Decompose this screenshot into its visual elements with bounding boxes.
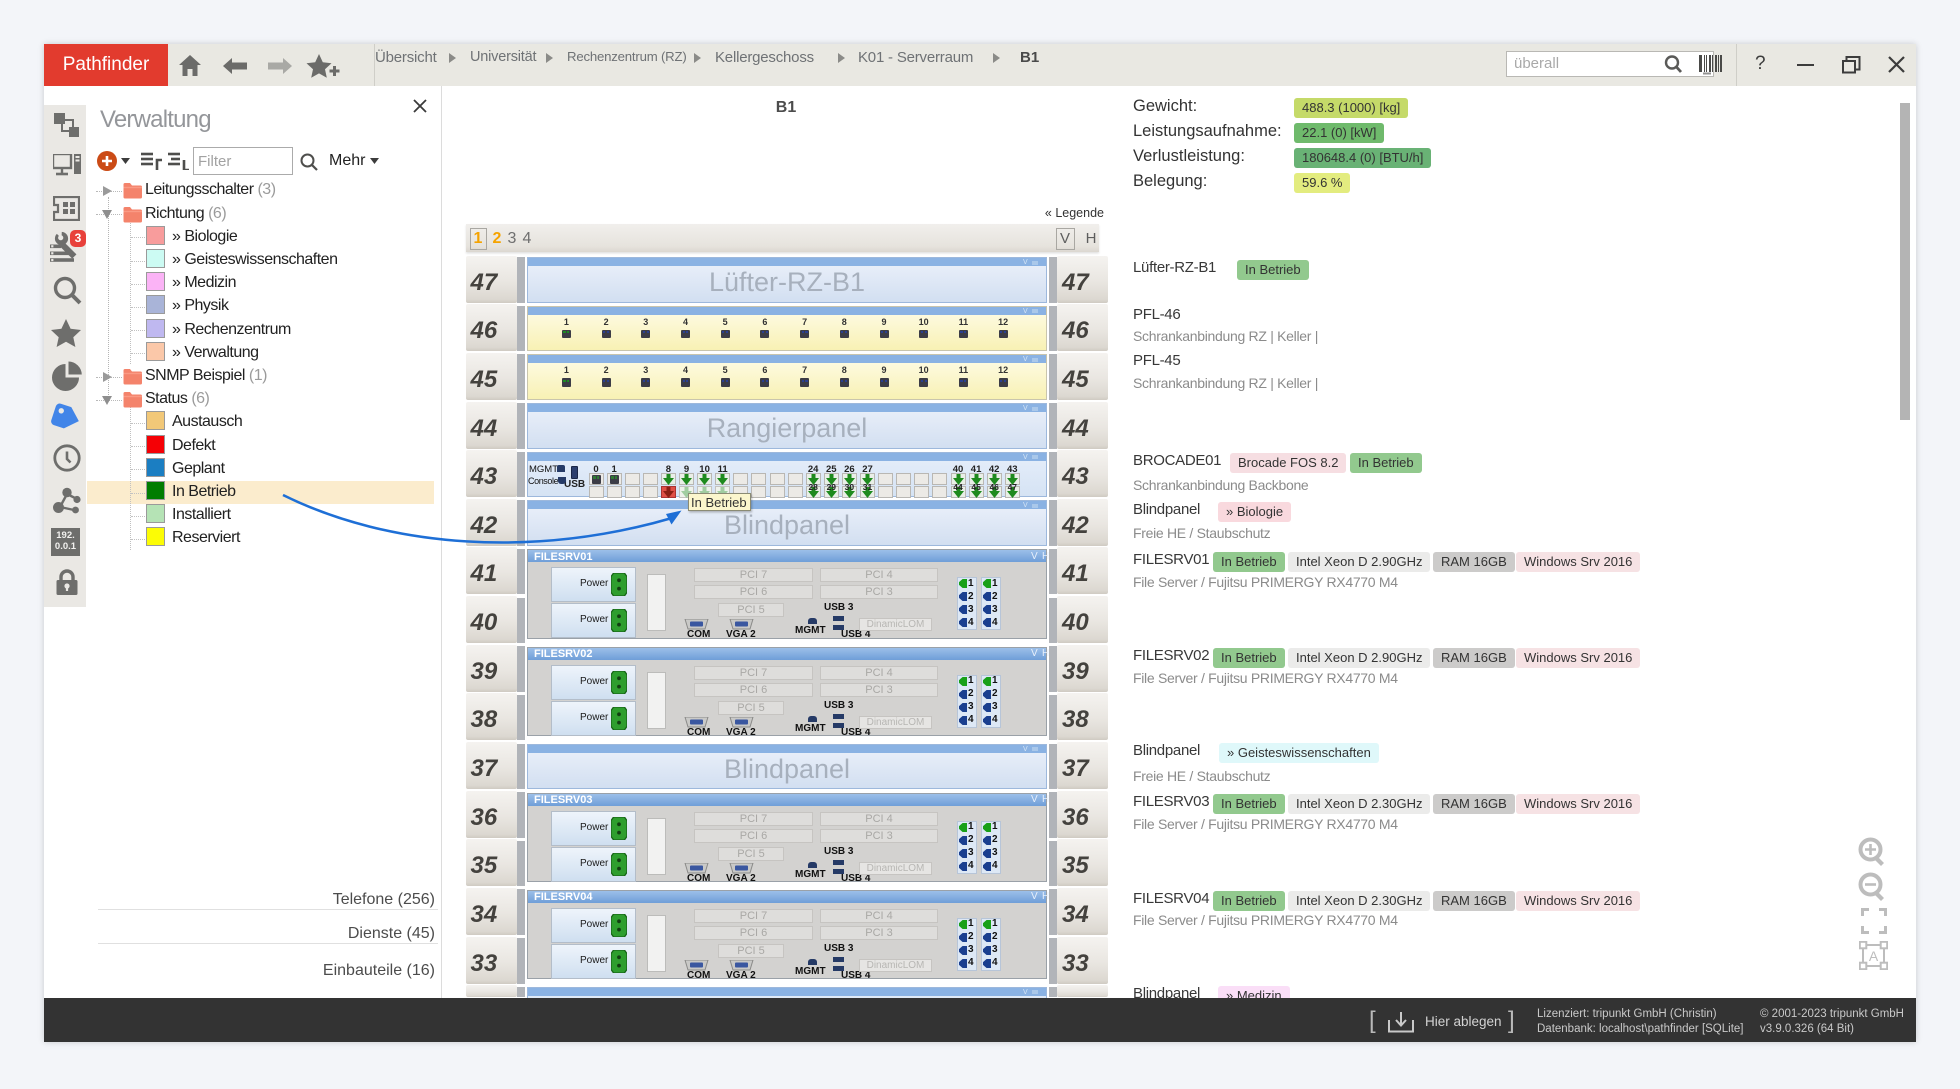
svg-text:A: A	[1869, 948, 1879, 964]
